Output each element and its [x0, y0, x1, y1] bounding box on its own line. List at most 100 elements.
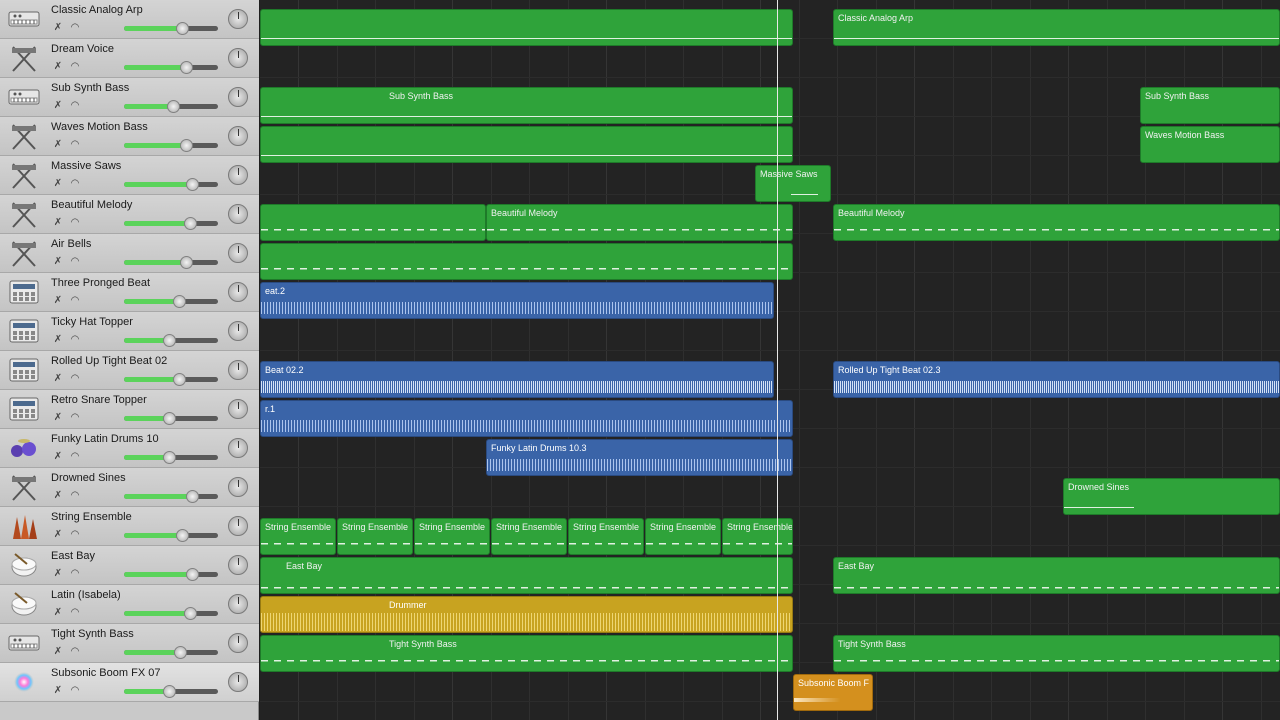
region-retro-snare-topper[interactable]: r.1: [260, 400, 793, 437]
region-massive-saws[interactable]: Massive Saws: [755, 165, 831, 202]
volume-handle[interactable]: [185, 490, 199, 503]
track-header[interactable]: Dream Voice ✗ ◠: [0, 39, 259, 78]
track-header[interactable]: Three Pronged Beat ✗ ◠: [0, 273, 259, 312]
track-header[interactable]: Funky Latin Drums 10 ✗ ◠: [0, 429, 259, 468]
track-header[interactable]: Latin (Isabela) ✗ ◠: [0, 585, 259, 624]
pan-knob[interactable]: [228, 282, 248, 302]
region-sub-synth-bass-2[interactable]: Sub Synth Bass: [1140, 87, 1280, 124]
solo-headphones-button[interactable]: ◠: [68, 412, 82, 424]
volume-handle[interactable]: [183, 217, 197, 230]
solo-headphones-button[interactable]: ◠: [68, 256, 82, 268]
volume-slider[interactable]: [124, 568, 218, 581]
track-name[interactable]: Rolled Up Tight Beat 02: [51, 355, 167, 367]
volume-slider[interactable]: [124, 61, 218, 74]
track-name[interactable]: String Ensemble: [51, 511, 132, 523]
volume-handle[interactable]: [180, 139, 194, 152]
pan-knob[interactable]: [228, 399, 248, 419]
pan-knob[interactable]: [228, 555, 248, 575]
volume-handle[interactable]: [183, 607, 197, 620]
region-funky-latin-drums[interactable]: Funky Latin Drums 10.3: [486, 439, 793, 476]
solo-headphones-button[interactable]: ◠: [68, 178, 82, 190]
volume-handle[interactable]: [176, 529, 190, 542]
region-string-ensemble[interactable]: String Ensemble: [568, 518, 644, 555]
track-name[interactable]: Classic Analog Arp: [51, 4, 143, 16]
region-waves-motion-bass-2[interactable]: Waves Motion Bass: [1140, 126, 1280, 163]
volume-handle[interactable]: [163, 685, 177, 698]
pan-knob[interactable]: [228, 516, 248, 536]
track-name[interactable]: Three Pronged Beat: [51, 277, 150, 289]
region-string-ensemble[interactable]: String Ensemble: [337, 518, 413, 555]
volume-slider[interactable]: [124, 529, 218, 542]
mute-button[interactable]: ✗: [51, 139, 65, 151]
volume-slider[interactable]: [124, 373, 218, 386]
track-header[interactable]: Classic Analog Arp ✗ ◠: [0, 0, 259, 39]
track-name[interactable]: Air Bells: [51, 238, 91, 250]
volume-slider[interactable]: [124, 295, 218, 308]
mute-button[interactable]: ✗: [51, 178, 65, 190]
pan-knob[interactable]: [228, 633, 248, 653]
region-beautiful-melody-1[interactable]: Beautiful Melody: [486, 204, 793, 241]
track-name[interactable]: Funky Latin Drums 10: [51, 433, 159, 445]
mute-button[interactable]: ✗: [51, 451, 65, 463]
pan-knob[interactable]: [228, 204, 248, 224]
solo-headphones-button[interactable]: ◠: [68, 100, 82, 112]
region-classic-analog-arp-1[interactable]: [260, 9, 793, 46]
pan-knob[interactable]: [228, 165, 248, 185]
solo-headphones-button[interactable]: ◠: [68, 685, 82, 697]
track-name[interactable]: Subsonic Boom FX 07: [51, 667, 160, 679]
pan-knob[interactable]: [228, 594, 248, 614]
track-name[interactable]: Retro Snare Topper: [51, 394, 147, 406]
volume-slider[interactable]: [124, 451, 218, 464]
region-string-ensemble[interactable]: String Ensemble: [645, 518, 721, 555]
solo-headphones-button[interactable]: ◠: [68, 217, 82, 229]
pan-knob[interactable]: [228, 48, 248, 68]
region-sub-synth-bass-1[interactable]: Sub Synth Bass: [260, 87, 793, 124]
mute-button[interactable]: ✗: [51, 685, 65, 697]
solo-headphones-button[interactable]: ◠: [68, 490, 82, 502]
volume-handle[interactable]: [180, 61, 194, 74]
track-name[interactable]: Ticky Hat Topper: [51, 316, 133, 328]
mute-button[interactable]: ✗: [51, 373, 65, 385]
volume-slider[interactable]: [124, 607, 218, 620]
mute-button[interactable]: ✗: [51, 61, 65, 73]
solo-headphones-button[interactable]: ◠: [68, 529, 82, 541]
mute-button[interactable]: ✗: [51, 100, 65, 112]
track-header[interactable]: Retro Snare Topper ✗ ◠: [0, 390, 259, 429]
mute-button[interactable]: ✗: [51, 529, 65, 541]
track-name[interactable]: East Bay: [51, 550, 95, 562]
mute-button[interactable]: ✗: [51, 256, 65, 268]
solo-headphones-button[interactable]: ◠: [68, 61, 82, 73]
track-header[interactable]: String Ensemble ✗ ◠: [0, 507, 259, 546]
track-header[interactable]: East Bay ✗ ◠: [0, 546, 259, 585]
track-name[interactable]: Latin (Isabela): [51, 589, 121, 601]
mute-button[interactable]: ✗: [51, 646, 65, 658]
region-waves-motion-bass-1[interactable]: [260, 126, 793, 163]
pan-knob[interactable]: [228, 9, 248, 29]
track-name[interactable]: Tight Synth Bass: [51, 628, 134, 640]
volume-slider[interactable]: [124, 334, 218, 347]
pan-knob[interactable]: [228, 243, 248, 263]
volume-handle[interactable]: [176, 22, 190, 35]
region-string-ensemble[interactable]: String Ensemble: [722, 518, 793, 555]
volume-handle[interactable]: [185, 178, 199, 191]
solo-headphones-button[interactable]: ◠: [68, 373, 82, 385]
pan-knob[interactable]: [228, 672, 248, 692]
region-string-ensemble[interactable]: String Ensemble: [414, 518, 490, 555]
track-name[interactable]: Sub Synth Bass: [51, 82, 129, 94]
volume-slider[interactable]: [124, 217, 218, 230]
solo-headphones-button[interactable]: ◠: [68, 334, 82, 346]
tracks-area[interactable]: Classic Analog Arp Sub Synth Bass Sub Sy…: [260, 0, 1280, 720]
track-header[interactable]: Ticky Hat Topper ✗ ◠: [0, 312, 259, 351]
volume-slider[interactable]: [124, 646, 218, 659]
track-name[interactable]: Waves Motion Bass: [51, 121, 148, 133]
volume-slider[interactable]: [124, 22, 218, 35]
region-classic-analog-arp-2[interactable]: Classic Analog Arp: [833, 9, 1280, 46]
track-header[interactable]: Beautiful Melody ✗ ◠: [0, 195, 259, 234]
region-subsonic-boom[interactable]: Subsonic Boom F: [793, 674, 873, 711]
pan-knob[interactable]: [228, 360, 248, 380]
pan-knob[interactable]: [228, 477, 248, 497]
region-tight-synth-bass-1[interactable]: Tight Synth Bass: [260, 635, 793, 672]
region-east-bay-2[interactable]: East Bay: [833, 557, 1280, 594]
volume-slider[interactable]: [124, 490, 218, 503]
track-header[interactable]: Sub Synth Bass ✗ ◠: [0, 78, 259, 117]
